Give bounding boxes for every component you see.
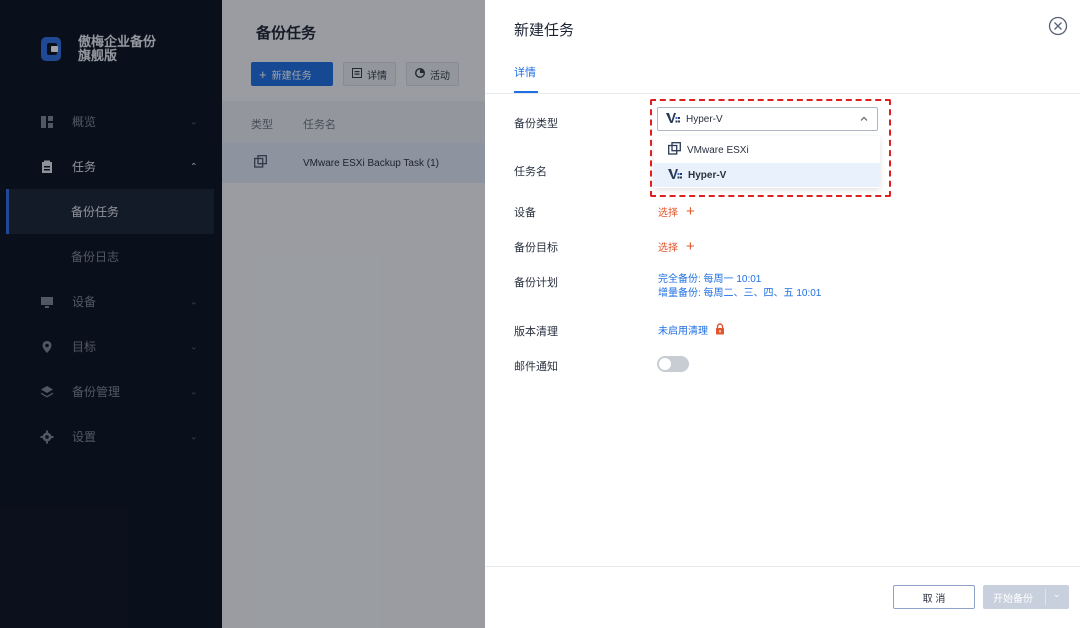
version-cleanup-link[interactable]: 未启用清理 <box>658 323 725 340</box>
drawer-title: 新建任务 <box>514 22 575 39</box>
highlight-annotation <box>650 99 891 197</box>
schedule-full: 完全备份: 每周一 10:01 <box>658 274 762 285</box>
select-device-label: 选择 <box>658 208 678 219</box>
cancel-button[interactable]: 取 消 <box>893 585 975 609</box>
email-notify-toggle[interactable] <box>657 356 689 372</box>
chevron-down-icon[interactable]: ⌄ <box>1053 589 1061 600</box>
cleanup-status: 未启用清理 <box>658 325 708 337</box>
new-task-drawer: 新建任务 详情 备份类型 任务名 设备 备份目标 备份计划 版本清理 邮件通知 … <box>485 0 1080 628</box>
backup-type-label: 备份类型 <box>514 118 558 130</box>
select-device-link[interactable]: 选择 + <box>658 202 695 220</box>
lock-icon <box>715 323 725 340</box>
toggle-knob <box>659 358 671 370</box>
plus-icon: + <box>686 202 695 220</box>
modal-overlay[interactable] <box>0 0 485 628</box>
schedule-link[interactable]: 完全备份: 每周一 10:01 增量备份: 每周二、三、四、五 10:01 <box>658 273 821 301</box>
select-target-label: 选择 <box>658 243 678 254</box>
tab-details[interactable]: 详情 <box>514 64 536 80</box>
start-backup-label: 开始备份 <box>993 593 1033 605</box>
tab-divider <box>485 93 1080 94</box>
select-target-link[interactable]: 选择 + <box>658 237 695 255</box>
task-name-label: 任务名 <box>514 166 547 178</box>
version-cleanup-label: 版本清理 <box>514 326 558 338</box>
schedule-incremental: 增量备份: 每周二、三、四、五 10:01 <box>658 288 822 299</box>
email-notify-label: 邮件通知 <box>514 361 558 373</box>
device-label: 设备 <box>514 207 536 219</box>
close-icon[interactable] <box>1048 16 1068 36</box>
footer-divider <box>485 566 1080 567</box>
target-label: 备份目标 <box>514 242 558 254</box>
schedule-label: 备份计划 <box>514 277 558 289</box>
start-backup-button[interactable]: 开始备份 ⌄ <box>983 585 1069 609</box>
button-separator <box>1045 589 1046 605</box>
plus-icon: + <box>686 237 695 255</box>
